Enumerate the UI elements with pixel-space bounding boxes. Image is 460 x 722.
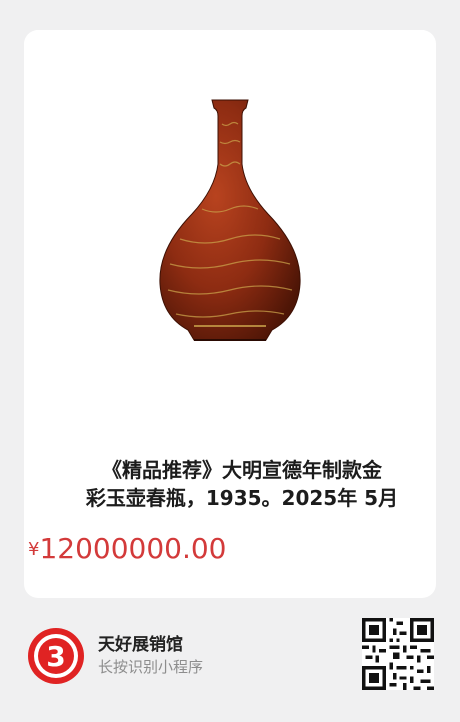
- mini-program-name: 天好展销馆: [98, 635, 183, 655]
- price-value: 12000000.00: [39, 532, 227, 565]
- product-share-card[interactable]: 《精品推荐》大明宣德年制款金 彩玉壶春瓶，1935。2025年 5月: [24, 30, 436, 598]
- vase-image: [159, 99, 301, 341]
- product-title-line2: 彩玉壶春瓶，1935。2025年 5月: [85, 486, 399, 510]
- product-title[interactable]: 《精品推荐》大明宣德年制款金 彩玉壶春瓶，1935。2025年 5月: [52, 456, 432, 512]
- product-price: ¥12000000.00: [28, 532, 227, 565]
- product-title-line1: 《精品推荐》大明宣德年制款金: [102, 458, 382, 482]
- logo-char: 3: [46, 640, 65, 673]
- qr-code-icon[interactable]: [362, 618, 434, 690]
- mini-program-hint: 长按识别小程序: [98, 658, 204, 676]
- product-image[interactable]: [36, 30, 424, 418]
- mini-program-footer[interactable]: 3 天好展销馆 长按识别小程序: [0, 610, 460, 722]
- currency-symbol: ¥: [28, 539, 40, 560]
- mini-program-logo-icon: 3: [28, 628, 84, 684]
